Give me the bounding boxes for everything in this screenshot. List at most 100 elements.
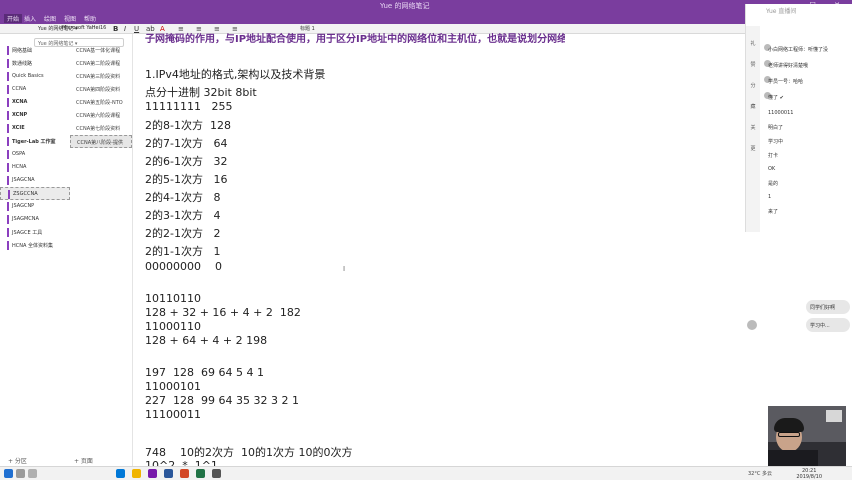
section-label: 数通线路 [12, 61, 33, 67]
like-icon[interactable]: 赞 [746, 61, 760, 68]
section-item[interactable]: XCNA [0, 96, 70, 109]
note-line[interactable]: 00000000 0 [145, 260, 222, 273]
terminal-icon[interactable] [212, 469, 221, 478]
taskbar: 32°C 多云 20:21 2019/8/10 [0, 466, 852, 480]
chat-message: 是的 [768, 181, 779, 187]
font-size-selector[interactable]: 16 [100, 25, 106, 31]
task-view-icon[interactable] [28, 469, 37, 478]
section-item[interactable]: JSAGMCNA [0, 213, 70, 226]
section-item[interactable]: XCNP [0, 109, 70, 122]
underline-button[interactable]: U [134, 25, 139, 33]
system-clock[interactable]: 20:21 2019/8/10 [796, 468, 822, 480]
note-line[interactable]: 2的6-1次方 32 [145, 153, 227, 169]
chat-message: 学习中 [768, 139, 784, 145]
section-item[interactable]: HCNA 全体资料集 [0, 239, 70, 252]
note-line[interactable]: 10^2 * 1^1 [145, 459, 218, 466]
tab-help[interactable]: 帮助 [84, 14, 96, 23]
tab-insert[interactable]: 插入 [24, 14, 36, 23]
note-line[interactable]: 11111111 255 [145, 100, 232, 113]
section-color-bar [7, 215, 9, 224]
section-item[interactable]: XCIE [0, 122, 70, 135]
page-item[interactable]: CCNA第三阶段资料 [70, 70, 132, 83]
note-line[interactable]: 748 10的2次方 10的1次方 10的0次方 [145, 444, 352, 460]
section-item[interactable]: JSAGCNA [0, 174, 70, 187]
chat-message: OK [768, 166, 776, 172]
gift-icon[interactable]: 礼 [746, 40, 760, 47]
webcam-light [826, 410, 842, 422]
font-selector[interactable]: Microsoft YaHei [62, 25, 100, 31]
note-line[interactable]: 11100011 [145, 408, 201, 421]
tab-view[interactable]: 视图 [64, 14, 76, 23]
page-list: CCNA基一体化课程 CCNA第二阶段课程 CCNA第三阶段资料 CCNA第四阶… [70, 44, 132, 148]
note-line[interactable]: 197 128 69 64 5 4 1 [145, 366, 264, 379]
section-color-bar [7, 111, 9, 120]
bold-button[interactable]: B [113, 25, 118, 33]
edge-icon[interactable] [116, 469, 125, 478]
section-label: HCNA 全体资料集 [12, 243, 54, 249]
tab-home[interactable]: 开始 [4, 14, 23, 23]
page-item[interactable]: CCNA第五阶段-NTO [70, 96, 132, 109]
note-line[interactable]: 2的5-1次方 16 [145, 171, 227, 187]
section-label: OSPA [12, 151, 26, 157]
note-line[interactable]: 2的7-1次方 64 [145, 135, 227, 151]
section-item[interactable]: 数通线路 [0, 57, 70, 70]
page-item-selected[interactable]: CCNA第八阶段-提供 [70, 135, 132, 148]
start-icon[interactable] [4, 469, 13, 478]
page-item[interactable]: CCNA第二阶段课程 [70, 57, 132, 70]
chat-message: 老师讲得好清楚哦 [768, 63, 809, 69]
presenter-hair [774, 418, 804, 432]
chat-message: 来了 [768, 209, 779, 215]
search-icon[interactable] [16, 469, 25, 478]
section-item[interactable]: JSAGCNP [0, 200, 70, 213]
note-line[interactable]: 11000110 [145, 320, 201, 333]
page-item[interactable]: CCNA第六阶段课程 [70, 109, 132, 122]
note-line[interactable]: 2的2-1次方 2 [145, 225, 220, 241]
text-cursor: I [343, 265, 346, 273]
italic-button[interactable]: I [124, 25, 126, 33]
pane-divider[interactable] [132, 34, 133, 466]
favorite-icon[interactable]: 藏 [746, 103, 760, 110]
page-item[interactable]: CCNA基一体化课程 [70, 44, 132, 57]
note-line[interactable]: 2的1-1次方 1 [145, 243, 220, 259]
word-icon[interactable] [164, 469, 173, 478]
section-item[interactable]: 网络基础 [0, 44, 70, 57]
section-color-bar [7, 85, 9, 94]
clock-date: 2019/8/10 [796, 474, 822, 480]
chat-bubble: 学习中... [806, 318, 850, 332]
note-line[interactable]: 128 + 32 + 16 + 4 + 2 182 [145, 306, 301, 319]
section-item-selected[interactable]: ZSGCCNA [0, 187, 70, 200]
note-line[interactable]: 2的8-1次方 128 [145, 117, 231, 133]
share-icon[interactable]: 分 [746, 82, 760, 89]
add-page-button[interactable]: + 页面 [74, 456, 93, 465]
note-line[interactable]: 2的4-1次方 8 [145, 189, 220, 205]
note-line[interactable]: 11000101 [145, 380, 201, 393]
excel-icon[interactable] [196, 469, 205, 478]
powerpoint-icon[interactable] [180, 469, 189, 478]
section-item[interactable]: Quick Basics [0, 70, 70, 83]
section-item[interactable]: HCNA [0, 161, 70, 174]
note-line[interactable]: 10110110 [145, 292, 201, 305]
follow-icon[interactable]: 关 [746, 124, 760, 131]
page-item[interactable]: CCNA第七阶段资料 [70, 122, 132, 135]
section-item[interactable]: CCNA [0, 83, 70, 96]
section-item[interactable]: OSPA [0, 148, 70, 161]
note-line[interactable]: 128 + 64 + 4 + 2 198 [145, 334, 267, 347]
section-color-bar [7, 46, 9, 55]
note-line[interactable]: 2的3-1次方 4 [145, 207, 220, 223]
section-item[interactable]: JSAGCE 工具 [0, 226, 70, 239]
section-label: ZSGCCNA [13, 191, 38, 197]
note-line[interactable]: 1.IPv4地址的格式,架构以及技术背景 [145, 66, 325, 82]
page-item[interactable]: CCNA第四阶段资料 [70, 83, 132, 96]
note-line[interactable]: 点分十进制 32bit 8bit [145, 84, 257, 100]
presenter-body [768, 450, 818, 466]
onenote-icon[interactable] [148, 469, 157, 478]
more-icon[interactable]: 更 [746, 145, 760, 152]
section-item[interactable]: Tiger-Lab 工作室 [0, 135, 70, 148]
section-color-bar [7, 124, 9, 133]
section-label: JSAGCNA [12, 177, 35, 183]
note-line[interactable]: 227 128 99 64 35 32 3 2 1 [145, 394, 299, 407]
chat-message: 打卡 [768, 153, 779, 159]
explorer-icon[interactable] [132, 469, 141, 478]
add-section-button[interactable]: + 分区 [8, 456, 27, 465]
tab-draw[interactable]: 绘图 [44, 14, 56, 23]
